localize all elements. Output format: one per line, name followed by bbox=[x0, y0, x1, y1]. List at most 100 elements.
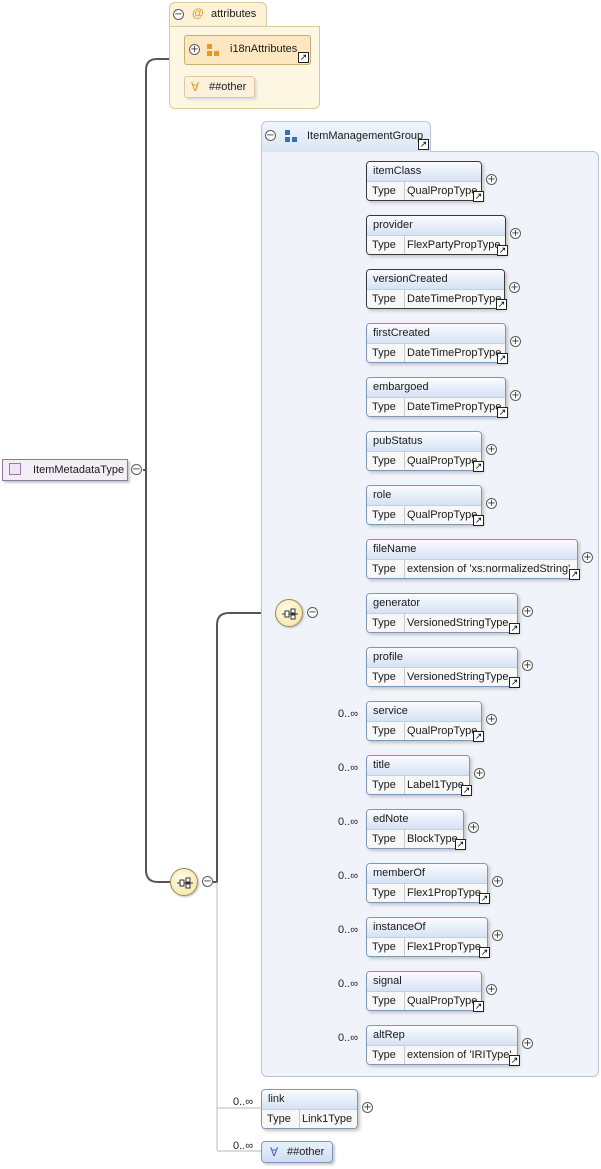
element-itemClass[interactable]: itemClass Type QualPropType bbox=[366, 161, 482, 201]
go-to-definition-icon[interactable]: ↗ bbox=[479, 947, 490, 958]
element-altRep[interactable]: altRep Type extension of 'IRIType' bbox=[366, 1025, 518, 1065]
element-link[interactable]: link Type Link1Type bbox=[261, 1089, 358, 1129]
element-instanceOf[interactable]: instanceOf Type Flex1PropType bbox=[366, 917, 488, 957]
go-to-definition-icon[interactable]: ↗ bbox=[497, 407, 508, 418]
element-pubStatus[interactable]: pubStatus Type QualPropType bbox=[366, 431, 482, 471]
type-value: VersionedStringType bbox=[407, 671, 509, 683]
attribute-group-item[interactable]: + i18nAttributes ↗ bbox=[184, 35, 311, 65]
sequence-root-collapse-toggle[interactable]: − bbox=[202, 876, 213, 887]
type-label: Type bbox=[367, 344, 405, 362]
sequence-icon bbox=[282, 608, 298, 620]
expand-toggle[interactable]: + bbox=[474, 768, 485, 779]
attributes-collapse-toggle[interactable]: − bbox=[173, 9, 184, 20]
expand-toggle[interactable]: + bbox=[492, 930, 503, 941]
go-to-definition-icon[interactable]: ↗ bbox=[509, 677, 520, 688]
element-signal[interactable]: signal Type QualPropType bbox=[366, 971, 482, 1011]
expand-toggle[interactable]: + bbox=[486, 984, 497, 995]
root-collapse-toggle[interactable]: − bbox=[131, 464, 142, 475]
go-to-definition-icon[interactable]: ↗ bbox=[418, 139, 429, 150]
expand-toggle[interactable]: + bbox=[486, 498, 497, 509]
any-attribute-box[interactable]: ∀ ##other bbox=[184, 76, 255, 98]
expand-toggle[interactable]: + bbox=[468, 822, 479, 833]
expand-toggle[interactable]: + bbox=[509, 282, 520, 293]
element-memberOf[interactable]: memberOf Type Flex1PropType bbox=[366, 863, 488, 903]
element-generator[interactable]: generator Type VersionedStringType bbox=[366, 593, 518, 633]
element-name: embargoed bbox=[373, 381, 429, 393]
sequence-compositor-inner[interactable] bbox=[275, 599, 303, 627]
model-group-icon bbox=[285, 130, 297, 142]
element-name: pubStatus bbox=[373, 435, 423, 447]
element-name: role bbox=[373, 489, 392, 501]
sequence-inner-collapse-toggle[interactable]: − bbox=[307, 607, 318, 618]
type-value: Link1Type bbox=[302, 1113, 353, 1125]
type-value: Label1Type bbox=[407, 779, 464, 791]
element-name: generator bbox=[373, 597, 421, 609]
type-label: Type bbox=[367, 182, 405, 200]
element-firstCreated[interactable]: firstCreated Type DateTimePropType bbox=[366, 323, 506, 363]
root-to-sequence bbox=[145, 470, 170, 883]
attribute-at-icon: @ bbox=[192, 6, 204, 20]
go-to-definition-icon[interactable]: ↗ bbox=[473, 731, 484, 742]
element-versionCreated[interactable]: versionCreated Type DateTimePropType bbox=[366, 269, 505, 309]
any-element-icon: ∀ bbox=[270, 1145, 279, 1159]
group-header[interactable]: − ItemManagementGroup ↗ bbox=[261, 121, 431, 152]
expand-toggle[interactable]: + bbox=[522, 660, 533, 671]
expand-toggle[interactable]: + bbox=[362, 1102, 373, 1113]
go-to-definition-icon[interactable]: ↗ bbox=[497, 245, 508, 256]
type-label: Type bbox=[367, 452, 405, 470]
attribute-group-expand-toggle[interactable]: + bbox=[189, 44, 200, 55]
root-type-box[interactable]: ItemMetadataType bbox=[2, 459, 128, 481]
type-label: Type bbox=[367, 506, 405, 524]
element-service[interactable]: service Type QualPropType bbox=[366, 701, 482, 741]
expand-toggle[interactable]: + bbox=[510, 336, 521, 347]
expand-toggle[interactable]: + bbox=[582, 552, 593, 563]
element-fileName[interactable]: fileName Type extension of 'xs:normalizedS… bbox=[366, 539, 578, 579]
element-profile[interactable]: profile Type VersionedStringType bbox=[366, 647, 518, 687]
go-to-definition-icon[interactable]: ↗ bbox=[509, 623, 520, 634]
go-to-definition-icon[interactable]: ↗ bbox=[509, 1055, 520, 1066]
expand-toggle[interactable]: + bbox=[510, 390, 521, 401]
element-title[interactable]: title Type Label1Type bbox=[366, 755, 470, 795]
type-label: Type bbox=[367, 830, 405, 848]
expand-toggle[interactable]: + bbox=[486, 714, 497, 725]
go-to-definition-icon[interactable]: ↗ bbox=[473, 1001, 484, 1012]
element-name: altRep bbox=[373, 1029, 405, 1041]
type-label: Type bbox=[367, 398, 405, 416]
type-label: Type bbox=[367, 992, 405, 1010]
go-to-definition-icon[interactable]: ↗ bbox=[473, 515, 484, 526]
cardinality-label: 0..∞ bbox=[338, 978, 359, 990]
go-to-definition-icon[interactable]: ↗ bbox=[455, 839, 466, 850]
go-to-definition-icon[interactable]: ↗ bbox=[473, 461, 484, 472]
element-edNote[interactable]: edNote Type BlockType bbox=[366, 809, 464, 849]
element-provider[interactable]: provider Type FlexPartyPropType bbox=[366, 215, 506, 255]
type-label: Type bbox=[367, 884, 405, 902]
go-to-definition-icon[interactable]: ↗ bbox=[497, 353, 508, 364]
expand-toggle[interactable]: + bbox=[486, 174, 497, 185]
element-role[interactable]: role Type QualPropType bbox=[366, 485, 482, 525]
go-to-definition-icon[interactable]: ↗ bbox=[298, 52, 309, 63]
expand-toggle[interactable]: + bbox=[486, 444, 497, 455]
cardinality-label: 0..∞ bbox=[338, 870, 359, 882]
element-embargoed[interactable]: embargoed Type DateTimePropType bbox=[366, 377, 506, 417]
element-name: firstCreated bbox=[373, 327, 430, 339]
go-to-definition-icon[interactable]: ↗ bbox=[461, 785, 472, 796]
go-to-definition-icon[interactable]: ↗ bbox=[496, 299, 507, 310]
expand-toggle[interactable]: + bbox=[510, 228, 521, 239]
expand-toggle[interactable]: + bbox=[522, 606, 533, 617]
element-name: fileName bbox=[373, 543, 417, 555]
expand-toggle[interactable]: + bbox=[492, 876, 503, 887]
expand-toggle[interactable]: + bbox=[522, 1038, 533, 1049]
go-to-definition-icon[interactable]: ↗ bbox=[479, 893, 490, 904]
element-name: link bbox=[268, 1093, 285, 1105]
go-to-definition-icon[interactable]: ↗ bbox=[473, 191, 484, 202]
attributes-header[interactable]: − @ attributes bbox=[169, 2, 267, 26]
group-collapse-toggle[interactable]: − bbox=[265, 130, 276, 141]
type-value: QualPropType bbox=[407, 725, 478, 737]
sequence-compositor-root[interactable] bbox=[170, 868, 198, 896]
type-value: BlockType bbox=[407, 833, 458, 845]
element-name: signal bbox=[373, 975, 402, 987]
type-label: Type bbox=[367, 938, 405, 956]
type-label: Type bbox=[367, 614, 405, 632]
go-to-definition-icon[interactable]: ↗ bbox=[569, 569, 580, 580]
any-element-box[interactable]: ∀ ##other bbox=[261, 1141, 333, 1163]
